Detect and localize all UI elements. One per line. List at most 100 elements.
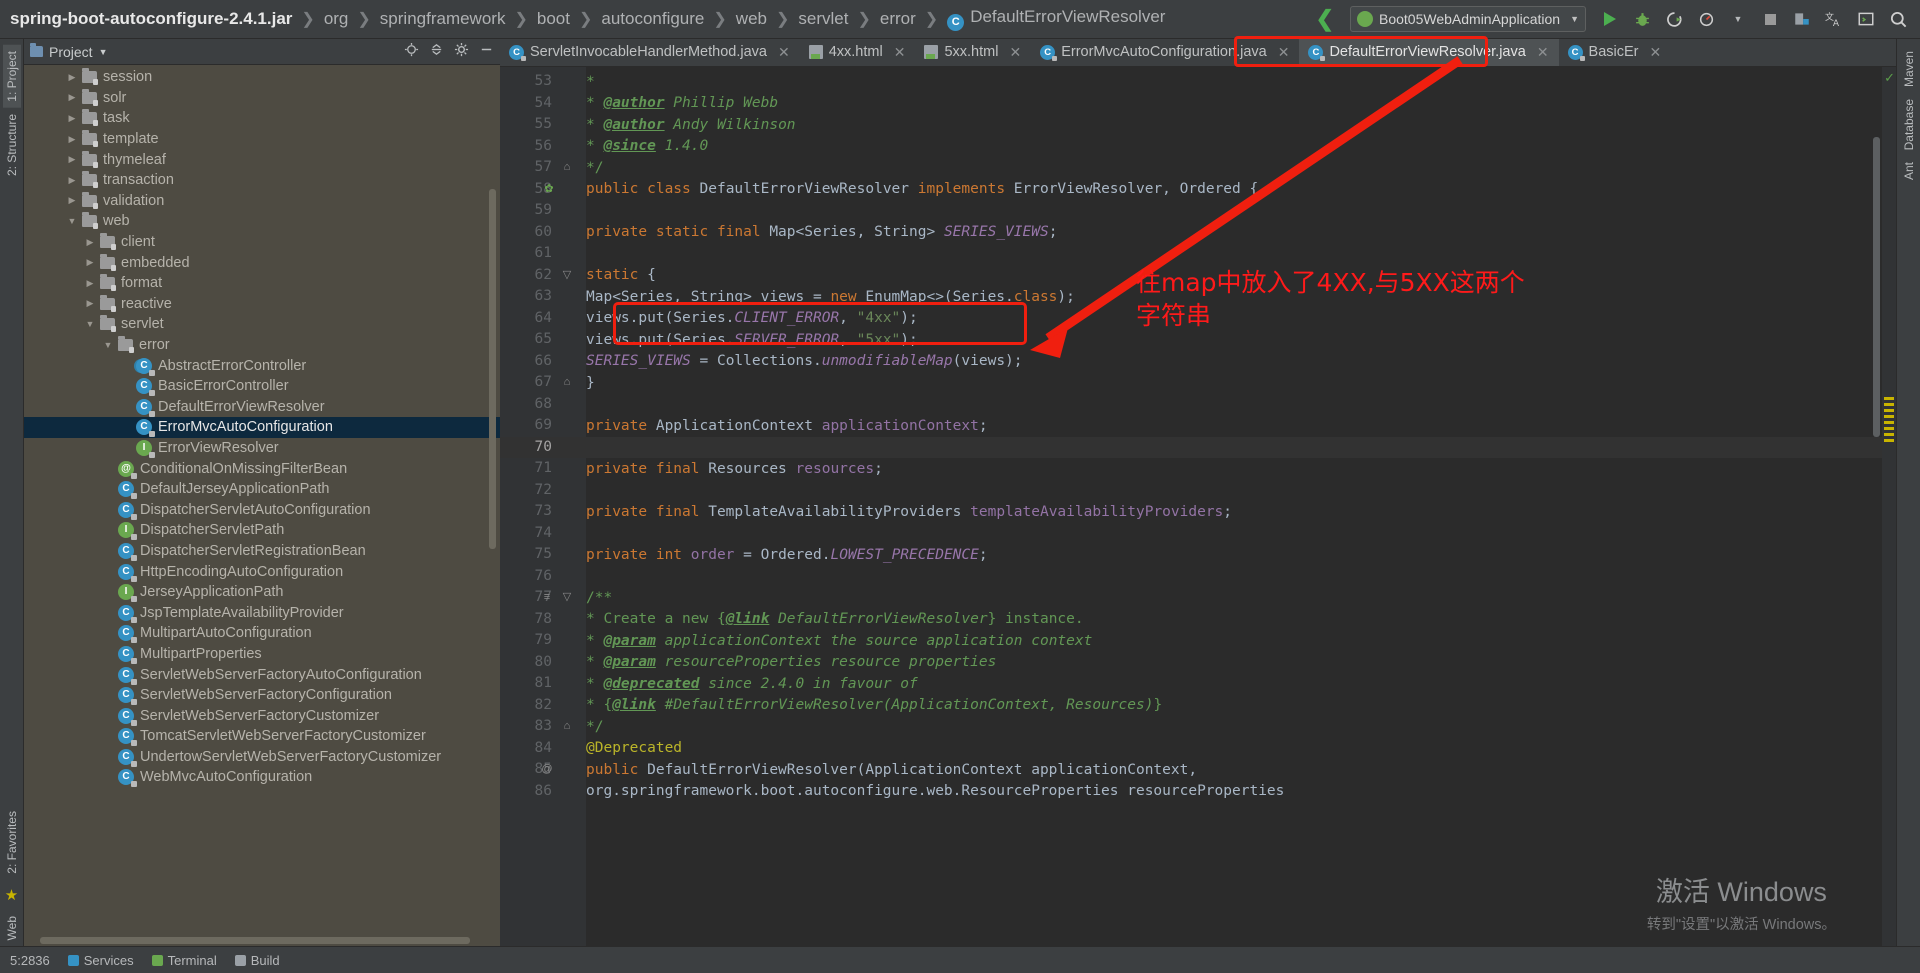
translate-icon[interactable]: 文A [1820,5,1848,33]
back-arrow-icon[interactable]: ❮ [1316,6,1334,32]
javadoc-gutter-icon[interactable]: ≡ [536,587,558,609]
close-icon[interactable]: ✕ [778,44,790,61]
code-line[interactable]: * [586,71,595,93]
tree-node[interactable]: @ ConditionalOnMissingFilterBean [24,458,500,479]
tree-node[interactable]: thymeleaf [24,149,500,170]
tool-window-ant[interactable]: Ant [1900,156,1918,186]
tree-node[interactable]: task [24,108,500,129]
tree-node[interactable]: C TomcatServletWebServerFactoryCustomizer [24,726,500,747]
breadcrumb-item[interactable]: boot [537,9,570,29]
run-with-coverage-icon[interactable] [1660,5,1688,33]
chevron-down-icon[interactable]: ▼ [1724,5,1752,33]
code-line[interactable]: * @param resourceProperties resource pro… [586,652,996,674]
tree-node[interactable]: format [24,273,500,294]
breadcrumb-item[interactable]: servlet [798,9,848,29]
breadcrumb-item[interactable]: autoconfigure [601,9,704,29]
code-line[interactable]: private final Resources resources; [586,458,883,480]
code-line[interactable]: * @param applicationContext the source a… [586,630,1092,652]
tree-node[interactable]: C DispatcherServletAutoConfiguration [24,499,500,520]
tree-node[interactable]: I DispatcherServletPath [24,520,500,541]
inspection-ok-icon[interactable]: ✓ [1884,70,1895,86]
breadcrumb-item[interactable]: web [736,9,767,29]
gear-icon[interactable] [454,42,469,62]
tree-node[interactable]: C JspTemplateAvailabilityProvider [24,602,500,623]
tree-node[interactable]: C WebMvcAutoConfiguration [24,767,500,788]
chevron-down-icon[interactable] [102,340,114,350]
code-line[interactable]: * @deprecated since 2.4.0 in favour of [586,673,918,695]
chevron-right-icon[interactable] [66,175,78,186]
tree-node[interactable]: C AbstractErrorController [24,355,500,376]
tree-node[interactable]: C HttpEncodingAutoConfiguration [24,561,500,582]
tree-node[interactable]: C ServletWebServerFactoryConfiguration [24,685,500,706]
tool-window-project[interactable]: 1: Project [2,45,21,108]
chevron-right-icon[interactable] [84,278,96,289]
tool-window-favorites[interactable]: 2: Favorites [3,805,21,880]
chevron-right-icon[interactable] [66,72,78,83]
collapse-all-icon[interactable] [429,42,444,62]
tree-node[interactable]: C MultipartProperties [24,644,500,665]
editor-lines[interactable]: 53 * 54 * @author Phillip Webb 55 * @autho… [500,67,1896,946]
code-line[interactable]: SERIES_VIEWS = Collections. unmodifiableM… [586,351,1023,373]
tool-window-database[interactable]: Database [1900,93,1918,156]
tree-node[interactable]: error [24,335,500,356]
status-services[interactable]: Services [67,953,134,968]
chevron-right-icon[interactable] [84,298,96,309]
close-icon[interactable]: ✕ [1278,44,1290,61]
tree-node[interactable]: C DefaultJerseyApplicationPath [24,479,500,500]
tree-node[interactable]: I JerseyApplicationPath [24,582,500,603]
tree-node[interactable]: C ServletWebServerFactoryCustomizer [24,705,500,726]
code-line[interactable]: views.put(Series. SERVER_ERROR, "5xx"); [586,329,918,351]
close-icon[interactable]: ✕ [1650,44,1662,61]
tree-node[interactable]: session [24,67,500,88]
editor-tab-bar[interactable]: C ServletInvocableHandlerMethod.java ✕ 4xx.… [500,39,1896,67]
profiler-icon[interactable] [1692,5,1720,33]
tool-window-maven[interactable]: Maven [1900,45,1918,93]
close-icon[interactable]: ✕ [1537,44,1549,61]
tree-node[interactable]: reactive [24,294,500,315]
code-line[interactable]: private int order = Ordered. LOWEST_PRECE… [586,544,988,566]
breadcrumb-item[interactable]: C DefaultErrorViewResolver [947,7,1165,31]
code-line[interactable]: } [586,372,595,394]
tree-node[interactable]: I ErrorViewResolver [24,438,500,459]
tree-node[interactable]: C ServletWebServerFactoryAutoConfiguratio… [24,664,500,685]
chevron-right-icon[interactable] [66,195,78,206]
code-line[interactable]: * {@link #DefaultErrorViewResolver(Appli… [586,695,1162,717]
tree-node[interactable]: template [24,129,500,150]
breadcrumb-item[interactable]: spring-boot-autoconfigure-2.4.1.jar [10,9,292,29]
tree-node[interactable]: solr [24,88,500,109]
tree-node[interactable]: embedded [24,252,500,273]
tree-node[interactable]: transaction [24,170,500,191]
tree-node[interactable]: web [24,211,500,232]
tree-node[interactable]: validation [24,191,500,212]
breadcrumb-item[interactable]: springframework [380,9,506,29]
stop-icon[interactable] [1756,5,1784,33]
editor-tab[interactable]: C ErrorMvcAutoConfiguration.java ✕ [1031,39,1299,66]
code-line[interactable]: static { [586,265,656,287]
code-line[interactable]: public class DefaultErrorViewResolver im… [586,179,1258,201]
editor-tab[interactable]: 5xx.html ✕ [915,39,1031,66]
code-line[interactable]: private ApplicationContext applicationCo… [586,415,988,437]
status-caret-position[interactable]: 5:2836 [10,953,50,968]
code-line[interactable]: * @author Andy Wilkinson [586,114,796,136]
code-line[interactable]: * @since 1.4.0 [586,136,708,158]
locate-icon[interactable] [404,42,419,62]
build-project-icon[interactable] [1788,5,1816,33]
code-line[interactable]: /** [586,587,612,609]
code-fold-icon[interactable]: ⌂ [556,372,578,394]
chevron-right-icon[interactable] [66,154,78,165]
code-line[interactable]: @Deprecated [586,738,682,760]
code-fold-icon[interactable]: ⌂ [556,716,578,738]
tree-node[interactable]: C DispatcherServletRegistrationBean [24,541,500,562]
tree-node[interactable]: C UndertowServletWebServerFactoryCustomiz… [24,747,500,768]
code-fold-icon[interactable]: ⌂ [556,157,578,179]
debug-icon[interactable] [1628,5,1656,33]
code-fold-icon[interactable]: ▽ [556,587,578,609]
tree-node[interactable]: C DefaultErrorViewResolver [24,397,500,418]
run-icon[interactable] [1596,5,1624,33]
code-line[interactable]: private static final Map<Series, String>… [586,222,1057,244]
breadcrumb[interactable]: spring-boot-autoconfigure-2.4.1.jar ❯ org ❯… [0,0,1165,38]
code-line[interactable]: * Create a new {@link DefaultErrorViewRe… [586,609,1084,631]
editor-tab[interactable]: 4xx.html ✕ [800,39,916,66]
code-line[interactable]: public DefaultErrorViewResolver(Applicat… [586,759,1197,781]
code-line[interactable]: * @author Phillip Webb [586,93,778,115]
